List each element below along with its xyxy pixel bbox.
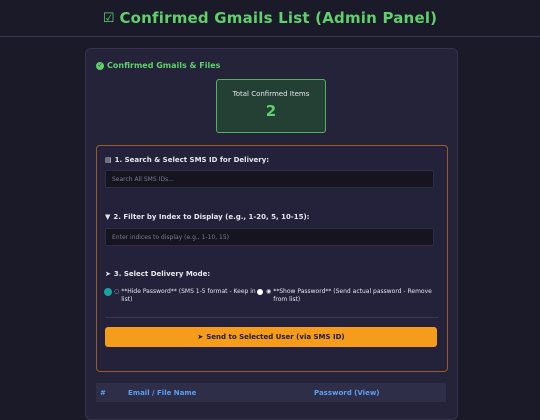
sms-id-search-input[interactable] <box>105 170 434 188</box>
radio-unselected[interactable] <box>257 289 263 295</box>
send-to-user-button[interactable]: ➤ Send to Selected User (via SMS ID) <box>105 327 437 347</box>
total-confirmed-label: Total Confirmed Items <box>232 90 310 98</box>
mode-show-password[interactable]: ◉ **Show Password** (Send actual passwor… <box>257 288 437 304</box>
id-card-icon: ▤ <box>105 156 112 164</box>
table-header: # Email / File Name Password (View) <box>96 383 446 402</box>
check-circle-icon: ✓ <box>96 61 104 70</box>
divider <box>105 317 439 318</box>
radio-selected[interactable] <box>105 289 111 295</box>
filter-icon: ▼ <box>105 213 111 221</box>
total-confirmed-card: Total Confirmed Items 2 <box>216 79 326 133</box>
confirmed-panel: ✓ Confirmed Gmails & Files Total Confirm… <box>85 48 458 420</box>
col-index: # <box>100 389 106 397</box>
section-title-text: Confirmed Gmails & Files <box>107 61 221 70</box>
total-confirmed-value: 2 <box>265 102 277 120</box>
delivery-mode-group: ◌ **Hide Password** (SMS 1-5 format - Ke… <box>105 288 445 312</box>
col-password: Password (View) <box>314 389 380 397</box>
col-email: Email / File Name <box>128 389 197 397</box>
eye-slash-icon: ◌ <box>114 288 120 295</box>
paper-plane-icon: ➤ <box>197 333 204 341</box>
paper-plane-icon: ➤ <box>105 270 111 278</box>
index-filter-input[interactable] <box>105 228 434 246</box>
step3-label: ➤ 3. Select Delivery Mode: <box>105 270 211 278</box>
section-title: ✓ Confirmed Gmails & Files <box>96 61 220 70</box>
step1-label: ▤ 1. Search & Select SMS ID for Delivery: <box>105 156 270 164</box>
delivery-section: ▤ 1. Search & Select SMS ID for Delivery:… <box>96 145 448 372</box>
step2-label: ▼ 2. Filter by Index to Display (e.g., 1-… <box>105 213 310 221</box>
eye-icon: ◉ <box>266 288 272 295</box>
page-title: Confirmed Gmails List (Admin Panel) <box>119 9 438 27</box>
mode-hide-password[interactable]: ◌ **Hide Password** (SMS 1-5 format - Ke… <box>105 288 265 304</box>
list-check-icon: ☑ <box>102 10 115 26</box>
page-header: ☑ Confirmed Gmails List (Admin Panel) <box>0 0 540 37</box>
